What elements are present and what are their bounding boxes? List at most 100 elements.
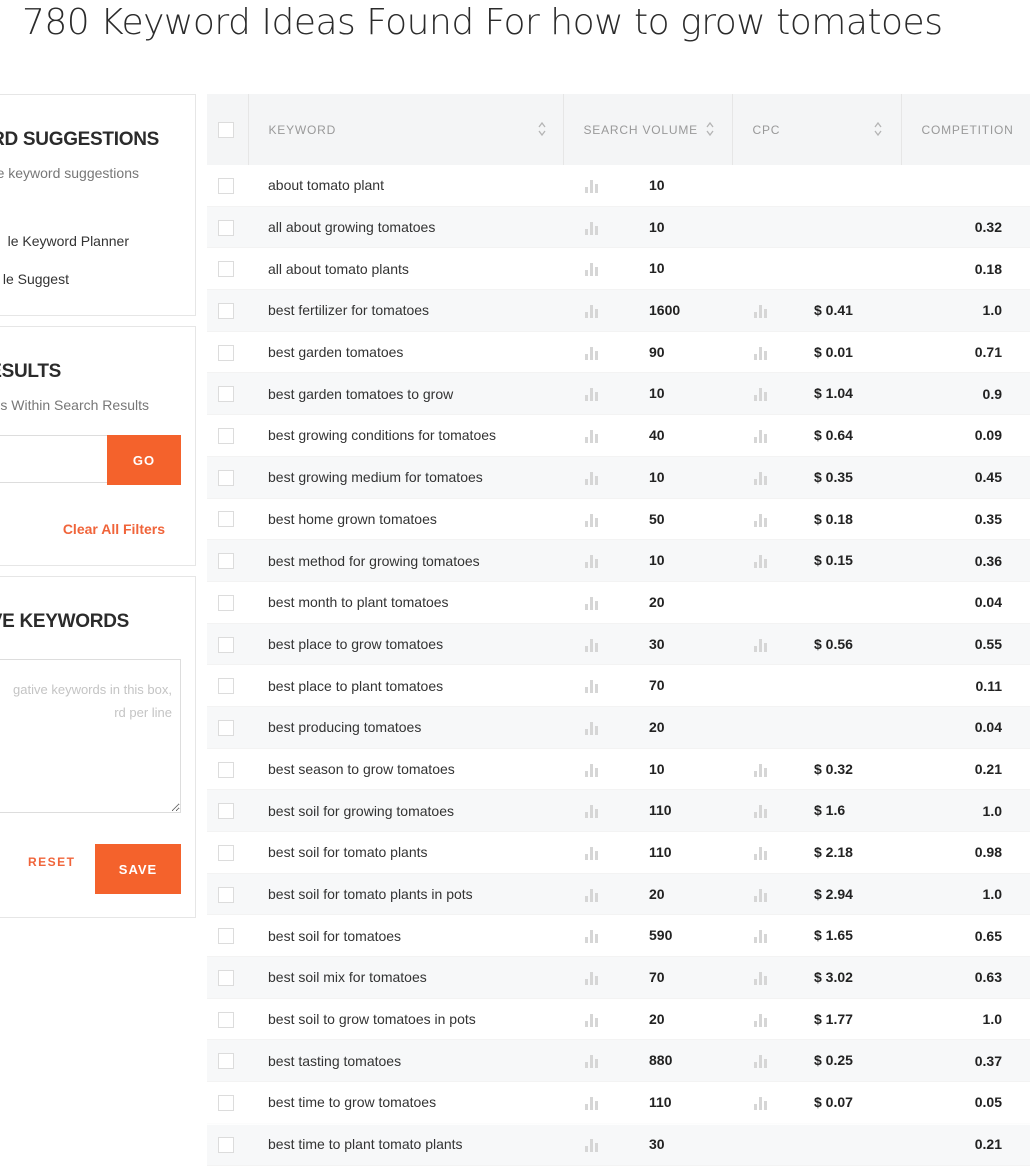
row-checkbox-icon[interactable] (218, 719, 234, 736)
row-checkbox-icon[interactable] (218, 1136, 234, 1153)
bar-chart-icon[interactable] (584, 303, 600, 319)
bar-chart-icon[interactable] (753, 428, 769, 444)
row-checkbox-icon[interactable] (218, 386, 234, 403)
table-row[interactable]: best fertilizer for tomatoes 1600 $ 0.41 1.… (207, 289, 1030, 332)
row-checkbox-icon[interactable] (218, 553, 234, 570)
row-checkbox-icon[interactable] (218, 428, 234, 445)
table-row[interactable]: best place to grow tomatoes 30 $ 0.56 0.55 (207, 623, 1030, 666)
table-row[interactable]: best growing conditions for tomatoes 40 $ … (207, 414, 1030, 457)
keyword-cell[interactable]: all about growing tomatoes (248, 206, 563, 249)
bar-chart-icon[interactable] (753, 345, 769, 360)
bar-chart-icon[interactable] (584, 220, 600, 235)
row-checkbox-icon[interactable] (218, 1053, 234, 1070)
table-row[interactable]: best time to plant tomato plants 30 0.21 (207, 1123, 1030, 1166)
bar-chart-icon[interactable] (584, 428, 600, 444)
sort-arrows-icon[interactable] (537, 121, 546, 137)
row-checkbox-icon[interactable] (218, 511, 234, 528)
keyword-cell[interactable]: best time to grow tomatoes (248, 1081, 563, 1124)
bar-chart-icon[interactable] (584, 845, 600, 860)
table-row[interactable]: best soil for tomato plants 110 $ 2.18 0.98 (207, 831, 1030, 874)
keyword-cell[interactable]: best time to plant tomato plants (248, 1123, 563, 1166)
bar-chart-icon[interactable] (584, 470, 600, 485)
keyword-cell[interactable]: best garden tomatoes (248, 331, 563, 374)
bar-chart-icon[interactable] (584, 887, 600, 902)
row-checkbox-icon[interactable] (218, 678, 234, 695)
row-checkbox-icon[interactable] (218, 344, 234, 361)
negative-keywords-textarea[interactable] (0, 659, 181, 813)
keyword-cell[interactable]: best soil mix for tomatoes (248, 956, 563, 999)
row-checkbox-icon[interactable] (218, 219, 234, 236)
keyword-cell[interactable]: best growing conditions for tomatoes (248, 414, 563, 457)
competition-column-header[interactable]: COMPETITION (900, 94, 1030, 165)
row-checkbox-icon[interactable] (218, 1095, 234, 1112)
source-option-keyword-planner[interactable]: le Keyword Planner (8, 233, 129, 249)
keyword-cell[interactable]: best season to grow tomatoes (248, 748, 563, 791)
sort-arrows-icon[interactable] (705, 121, 714, 137)
table-row[interactable]: best producing tomatoes 20 0.04 (207, 706, 1030, 749)
bar-chart-icon[interactable] (584, 1137, 600, 1152)
row-checkbox-icon[interactable] (218, 886, 234, 903)
bar-chart-icon[interactable] (584, 762, 600, 777)
bar-chart-icon[interactable] (753, 762, 769, 777)
keyword-cell[interactable]: best producing tomatoes (248, 706, 563, 749)
keyword-cell[interactable]: best soil for growing tomatoes (248, 789, 563, 832)
bar-chart-icon[interactable] (753, 512, 769, 527)
table-row[interactable]: best soil for tomatoes 590 $ 1.65 0.65 (207, 914, 1030, 958)
table-row[interactable]: all about growing tomatoes 10 0.32 (207, 206, 1030, 249)
table-row[interactable]: all about tomato plants 10 0.18 (207, 247, 1030, 291)
bar-chart-icon[interactable] (584, 1095, 600, 1111)
table-row[interactable]: best garden tomatoes 90 $ 0.01 0.71 (207, 331, 1030, 374)
bar-chart-icon[interactable] (584, 345, 600, 360)
bar-chart-icon[interactable] (584, 637, 600, 652)
bar-chart-icon[interactable] (753, 970, 769, 986)
bar-chart-icon[interactable] (753, 803, 769, 819)
table-row[interactable]: about tomato plant 10 (207, 165, 1030, 207)
bar-chart-icon[interactable] (753, 845, 769, 860)
search-within-results-input[interactable] (0, 435, 108, 483)
bar-chart-icon[interactable] (753, 887, 769, 902)
table-row[interactable]: best soil for tomato plants in pots 20 $ 2… (207, 873, 1030, 916)
bar-chart-icon[interactable] (584, 386, 600, 402)
table-row[interactable]: best tasting tomatoes 880 $ 0.25 0.37 (207, 1039, 1030, 1083)
keyword-cell[interactable]: best soil for tomatoes (248, 914, 563, 958)
bar-chart-icon[interactable] (584, 970, 600, 986)
keyword-cell[interactable]: about tomato plant (248, 165, 563, 207)
row-checkbox-icon[interactable] (218, 594, 234, 611)
row-checkbox-icon[interactable] (218, 636, 234, 653)
row-checkbox-icon[interactable] (218, 970, 234, 987)
table-row[interactable]: best growing medium for tomatoes 10 $ 0.35… (207, 456, 1030, 499)
bar-chart-icon[interactable] (753, 303, 769, 319)
reset-button[interactable]: RESET (28, 855, 76, 869)
bar-chart-icon[interactable] (584, 595, 600, 610)
keyword-cell[interactable]: best tasting tomatoes (248, 1039, 563, 1083)
bar-chart-icon[interactable] (584, 720, 600, 735)
bar-chart-icon[interactable] (584, 1012, 600, 1027)
row-checkbox-icon[interactable] (218, 177, 234, 194)
table-row[interactable]: best time to grow tomatoes 110 $ 0.07 0.05 (207, 1081, 1030, 1124)
bar-chart-icon[interactable] (584, 553, 600, 569)
select-all-checkbox-icon[interactable] (218, 121, 234, 138)
table-row[interactable]: best garden tomatoes to grow 10 $ 1.04 0.9 (207, 372, 1030, 416)
table-row[interactable]: best method for growing tomatoes 10 $ 0.15… (207, 539, 1030, 582)
bar-chart-icon[interactable] (584, 928, 600, 944)
bar-chart-icon[interactable] (753, 1012, 769, 1027)
bar-chart-icon[interactable] (584, 178, 600, 193)
keyword-cell[interactable]: best soil for tomato plants in pots (248, 873, 563, 916)
bar-chart-icon[interactable] (584, 1053, 600, 1069)
clear-all-filters-link[interactable]: Clear All Filters (63, 521, 165, 537)
bar-chart-icon[interactable] (584, 512, 600, 527)
row-checkbox-icon[interactable] (218, 803, 234, 820)
table-row[interactable]: best season to grow tomatoes 10 $ 0.32 0.21 (207, 748, 1030, 791)
go-button[interactable]: GO (107, 435, 181, 485)
table-row[interactable]: best soil to grow tomatoes in pots 20 $ 1.… (207, 998, 1030, 1041)
keyword-cell[interactable]: best soil to grow tomatoes in pots (248, 998, 563, 1041)
search-volume-column-header[interactable]: SEARCH VOLUME (562, 94, 732, 165)
row-checkbox-icon[interactable] (218, 928, 234, 945)
keyword-cell[interactable]: best method for growing tomatoes (248, 539, 563, 582)
keyword-column-header[interactable]: KEYWORD (247, 94, 563, 165)
row-checkbox-icon[interactable] (218, 1011, 234, 1028)
table-row[interactable]: best soil mix for tomatoes 70 $ 3.02 0.63 (207, 956, 1030, 999)
save-button[interactable]: SAVE (95, 844, 181, 894)
row-checkbox-icon[interactable] (218, 844, 234, 861)
bar-chart-icon[interactable] (584, 261, 600, 277)
